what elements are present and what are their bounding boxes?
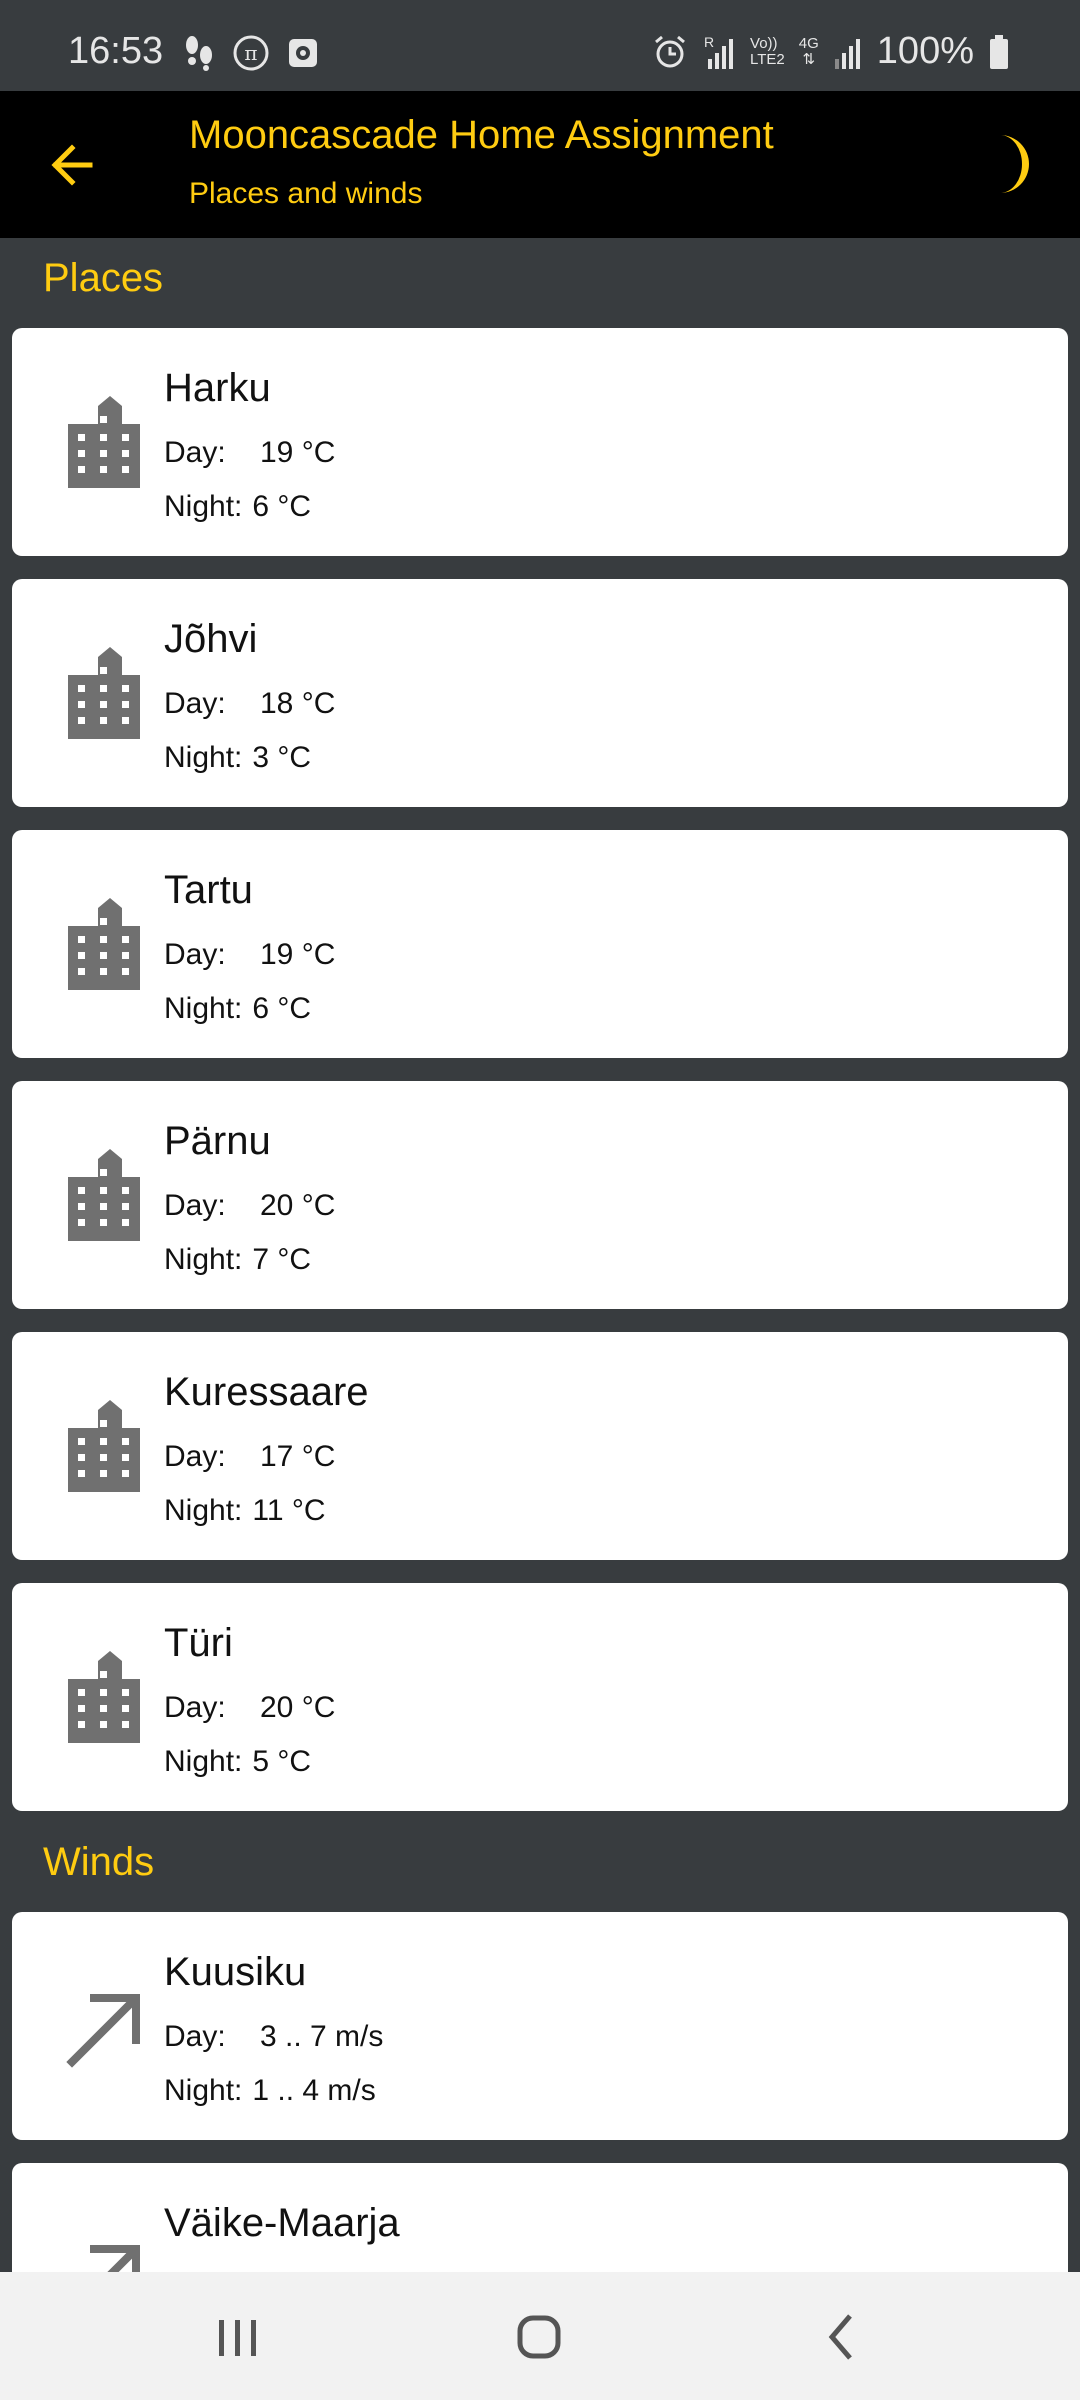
place-card[interactable]: Tartu Day: 19 °C Night: 6 °C	[12, 830, 1068, 1058]
wind-card[interactable]: Kuusiku Day: 3 .. 7 m/s Night: 1 .. 4 m/s	[12, 1912, 1068, 2140]
page-subtitle: Places and winds	[189, 177, 423, 210]
day-value: 19 °C	[260, 436, 336, 469]
night-value: 6 °C	[252, 992, 312, 1025]
day-value: 20 °C	[260, 1691, 336, 1724]
status-time: 16:53	[68, 30, 164, 72]
night-value: 11 °C	[252, 1494, 326, 1527]
city-icon	[68, 396, 140, 488]
night-value: 7 °C	[252, 1243, 312, 1276]
day-value: 3 .. 7 m/s	[260, 2020, 384, 2053]
footsteps-icon	[186, 36, 212, 71]
day-label: Day:	[164, 1189, 226, 1222]
place-name: Tartu	[164, 868, 253, 912]
svg-text:π: π	[244, 41, 257, 65]
back-arrow-icon[interactable]	[42, 135, 102, 195]
night-label: Night:	[164, 2074, 243, 2107]
wind-name: Väike-Maarja	[164, 2201, 400, 2245]
night-value: 3 °C	[252, 741, 312, 774]
night-label: Night:	[164, 490, 243, 523]
night-value: 6 °C	[252, 490, 312, 523]
day-value: 20 °C	[260, 1189, 336, 1222]
battery-percent: 100%	[876, 30, 974, 72]
pi-app-icon: π	[233, 35, 269, 71]
recent-apps-icon[interactable]	[202, 2302, 272, 2372]
city-icon	[68, 898, 140, 990]
day-row: Day: 19 °C	[164, 436, 335, 470]
night-row: Night: 1 .. 4 m/s	[164, 2074, 376, 2108]
status-right-icons: R Vo)) LTE2 4G ⇅ 100%	[652, 30, 1010, 73]
city-icon	[68, 1149, 140, 1241]
wind-direction-arrow-icon	[66, 1994, 140, 2068]
signal-roaming-icon: R	[704, 34, 734, 69]
status-left-icons: π	[182, 34, 320, 72]
place-card[interactable]: Türi Day: 20 °C Night: 5 °C	[12, 1583, 1068, 1811]
data-4g-indicator: 4G ⇅	[798, 34, 819, 68]
volte-label: Vo))	[750, 34, 778, 52]
night-row: Night: 6 °C	[164, 992, 311, 1026]
home-icon[interactable]	[504, 2302, 574, 2372]
signal-strength-icon	[834, 38, 860, 69]
night-label: Night:	[164, 741, 243, 774]
network-4g-label: 4G	[798, 34, 819, 52]
status-bar: 16:53 π R Vo)) LTE2 4G ⇅ 100%	[0, 0, 1080, 91]
place-card[interactable]: Kuressaare Day: 17 °C Night: 11 °C	[12, 1332, 1068, 1560]
day-label: Day:	[164, 436, 226, 469]
night-value: 5 °C	[252, 1745, 312, 1778]
place-name: Jõhvi	[164, 617, 258, 661]
volte-indicator: Vo)) LTE2	[750, 34, 785, 68]
lte2-label: LTE2	[750, 50, 785, 68]
place-card[interactable]: Jõhvi Day: 18 °C Night: 3 °C	[12, 579, 1068, 807]
place-card[interactable]: Harku Day: 19 °C Night: 6 °C	[12, 328, 1068, 556]
day-row: Day: 18 °C	[164, 687, 335, 721]
page-title: Mooncascade Home Assignment	[189, 113, 774, 157]
night-label: Night:	[164, 992, 243, 1025]
svg-text:R: R	[704, 34, 714, 50]
places-section-header: Places	[43, 256, 164, 300]
app-bar: Mooncascade Home Assignment Places and w…	[0, 91, 1080, 238]
battery-icon	[990, 34, 1008, 69]
day-value: 18 °C	[260, 687, 336, 720]
place-name: Kuressaare	[164, 1370, 369, 1414]
night-row: Night: 7 °C	[164, 1243, 311, 1277]
day-value: 19 °C	[260, 938, 336, 971]
night-row: Night: 5 °C	[164, 1745, 311, 1779]
city-icon	[68, 647, 140, 739]
alarm-icon	[655, 35, 685, 67]
back-nav-icon[interactable]	[806, 2302, 876, 2372]
city-icon	[68, 1400, 140, 1492]
storage-app-icon	[289, 39, 317, 67]
day-row: Day: 3 .. 7 m/s	[164, 2020, 383, 2054]
place-card[interactable]: Pärnu Day: 20 °C Night: 7 °C	[12, 1081, 1068, 1309]
day-row: Day: 17 °C	[164, 1440, 335, 1474]
place-name: Harku	[164, 366, 271, 410]
night-row: Night: 3 °C	[164, 741, 311, 775]
navigation-bar	[0, 2272, 1080, 2400]
day-label: Day:	[164, 687, 226, 720]
day-value: 17 °C	[260, 1440, 336, 1473]
night-label: Night:	[164, 1745, 243, 1778]
wind-name: Kuusiku	[164, 1950, 307, 1994]
data-arrows-icon: ⇅	[802, 50, 816, 68]
place-name: Türi	[164, 1621, 233, 1665]
day-row: Day: 20 °C	[164, 1189, 335, 1223]
day-label: Day:	[164, 1440, 226, 1473]
day-label: Day:	[164, 938, 226, 971]
night-row: Night: 11 °C	[164, 1494, 326, 1528]
night-row: Night: 6 °C	[164, 490, 311, 524]
night-label: Night:	[164, 1494, 243, 1527]
place-name: Pärnu	[164, 1119, 271, 1163]
day-row: Day: 19 °C	[164, 938, 335, 972]
day-label: Day:	[164, 2020, 226, 2053]
night-label: Night:	[164, 1243, 243, 1276]
moon-icon[interactable]	[978, 129, 1038, 199]
day-label: Day:	[164, 1691, 226, 1724]
day-row: Day: 20 °C	[164, 1691, 335, 1725]
city-icon	[68, 1651, 140, 1743]
night-value: 1 .. 4 m/s	[252, 2074, 376, 2107]
winds-section-header: Winds	[43, 1840, 155, 1884]
